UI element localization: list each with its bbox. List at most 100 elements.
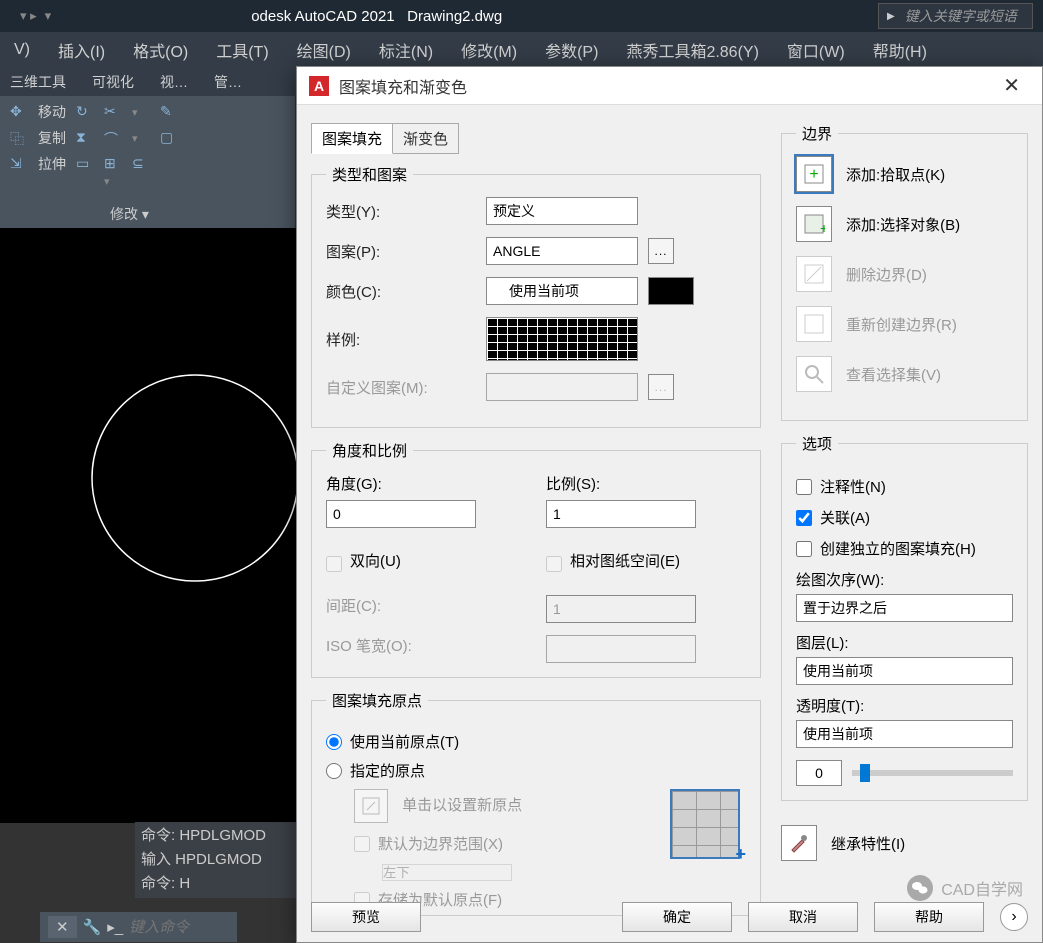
iso-label: ISO 笔宽(O): — [326, 635, 526, 656]
menu-dimension[interactable]: 标注(N) — [365, 38, 447, 62]
group-legend: 图案填充原点 — [326, 690, 428, 711]
group-legend: 类型和图案 — [326, 164, 413, 185]
double-label: 双向(U) — [350, 550, 401, 571]
expand-button[interactable]: › — [1000, 903, 1028, 931]
tool-dropdown-icon[interactable] — [132, 129, 150, 147]
ok-button[interactable]: 确定 — [622, 902, 732, 932]
group-legend: 角度和比例 — [326, 440, 413, 461]
ribbon-tab-view[interactable]: 视… — [154, 68, 194, 96]
transparency-value-input[interactable] — [796, 760, 842, 786]
scale-icon[interactable]: ▭ — [76, 155, 94, 173]
magnifier-icon — [796, 356, 832, 392]
layer-select[interactable]: 使用当前项 — [796, 657, 1013, 685]
qat-arrow-icon[interactable]: ▾ ▸ — [20, 8, 37, 24]
angle-select[interactable]: 0 — [326, 500, 476, 528]
rotate-icon[interactable]: ↻ — [76, 103, 94, 121]
pattern-browse-button[interactable]: ... — [648, 238, 674, 264]
tool-dropdown-icon[interactable] — [132, 103, 150, 121]
sample-label: 样例: — [326, 329, 476, 350]
svg-text:+: + — [820, 220, 825, 235]
menu-parametric[interactable]: 参数(P) — [531, 38, 612, 62]
group-type-pattern: 类型和图案 类型(Y): 预定义 图案(P): ANGLE ... 颜色(C):… — [311, 164, 761, 428]
pattern-select[interactable]: ANGLE — [486, 237, 638, 265]
menu-tools[interactable]: 工具(T) — [202, 38, 282, 62]
copy-button[interactable]: 复制 — [38, 128, 66, 148]
preview-button[interactable]: 预览 — [311, 902, 421, 932]
menu-insert[interactable]: 插入(I) — [44, 38, 119, 62]
add-select-button[interactable]: + 添加:选择对象(B) — [796, 206, 1013, 242]
select-icon: + — [796, 206, 832, 242]
inherit-properties-button[interactable]: 继承特性(I) — [781, 825, 1028, 861]
drawing-canvas[interactable] — [0, 228, 296, 823]
menu-format[interactable]: 格式(O) — [119, 38, 202, 62]
box-icon[interactable]: ▢ — [160, 129, 178, 147]
move-button[interactable]: 移动 — [38, 102, 66, 122]
associative-checkbox[interactable] — [796, 510, 812, 526]
double-checkbox — [326, 556, 342, 572]
menu-modify[interactable]: 修改(M) — [447, 38, 531, 62]
ribbon-tab-3dtools[interactable]: 三维工具 — [4, 68, 72, 96]
pencil-icon[interactable]: ✎ — [160, 103, 178, 121]
watermark: CAD自学网 — [907, 875, 1023, 901]
scale-label: 比例(S): — [546, 473, 746, 494]
close-button[interactable]: ✕ — [993, 69, 1030, 102]
custom-pattern-select — [486, 373, 638, 401]
scale-select[interactable]: 1 — [546, 500, 696, 528]
offset-icon[interactable]: ⊆ — [132, 155, 150, 173]
remove-boundary-button: 删除边界(D) — [796, 256, 1013, 292]
add-pickpoint-button[interactable]: + 添加:拾取点(K) — [796, 156, 1013, 192]
transparency-select[interactable]: 使用当前项 — [796, 720, 1013, 748]
cancel-button[interactable]: 取消 — [748, 902, 858, 932]
menu-draw[interactable]: 绘图(D) — [283, 38, 365, 62]
pickpoint-icon: + — [796, 156, 832, 192]
menu-window[interactable]: 窗口(W) — [773, 38, 859, 62]
autocad-icon: A — [309, 76, 329, 96]
recreate-boundary-button: 重新创建边界(R) — [796, 306, 1013, 342]
pattern-label: 图案(P): — [326, 241, 476, 262]
specified-origin-label: 指定的原点 — [350, 760, 425, 781]
color-select[interactable]: 使用当前项 — [486, 277, 638, 305]
stretch-button[interactable]: 拉伸 — [38, 154, 66, 174]
help-button[interactable]: 帮助 — [874, 902, 984, 932]
command-input[interactable] — [129, 918, 229, 936]
group-legend: 边界 — [796, 123, 838, 144]
menu-view[interactable]: V) — [0, 41, 44, 59]
specified-origin-radio[interactable] — [326, 763, 342, 779]
wrench-icon[interactable]: 🔧 — [83, 918, 102, 936]
trim-icon[interactable]: ✂ — [104, 103, 122, 121]
origin-preview — [670, 789, 740, 859]
search-input[interactable]: 键入关键字或短语 — [878, 3, 1033, 29]
custom-browse-button: ... — [648, 374, 674, 400]
ribbon-panel-title[interactable]: 修改 ▾ — [110, 204, 149, 224]
tab-hatch[interactable]: 图案填充 — [311, 123, 393, 154]
qat-dropdown-icon[interactable]: ▾ — [45, 8, 52, 24]
group-options: 选项 注释性(N) 关联(A) 创建独立的图案填充(H) 绘图次序(W): 置于… — [781, 433, 1028, 801]
tab-gradient[interactable]: 渐变色 — [392, 123, 459, 154]
annotative-checkbox[interactable] — [796, 479, 812, 495]
move-icon[interactable]: ✥ — [10, 103, 28, 121]
use-current-origin-radio[interactable] — [326, 734, 342, 750]
ribbon-tab-visualize[interactable]: 可视化 — [86, 68, 140, 96]
menu-yanxiu[interactable]: 燕秀工具箱2.86(Y) — [612, 38, 772, 62]
ribbon-tab-manage[interactable]: 管… — [208, 68, 248, 96]
copy-icon[interactable]: ⿻ — [10, 129, 28, 147]
sample-swatch[interactable] — [486, 317, 638, 361]
angle-label: 角度(G): — [326, 473, 526, 494]
type-select[interactable]: 预定义 — [486, 197, 638, 225]
stretch-icon[interactable]: ⇲ — [10, 155, 28, 173]
mirror-icon[interactable]: ⧗ — [76, 129, 94, 147]
associative-label: 关联(A) — [820, 507, 870, 528]
array-icon[interactable]: ⊞ — [104, 155, 122, 173]
draw-order-label: 绘图次序(W): — [796, 569, 1013, 590]
color-swatch-select[interactable] — [648, 277, 694, 305]
menu-help[interactable]: 帮助(H) — [859, 38, 941, 62]
command-input-row: ✕ 🔧 ▸_ — [40, 912, 237, 942]
fillet-icon[interactable]: ⌒ — [104, 129, 122, 147]
hatch-dialog: A 图案填充和渐变色 ✕ 图案填充 渐变色 类型和图案 类型(Y): 预定义 图… — [296, 66, 1043, 943]
draw-order-select[interactable]: 置于边界之后 — [796, 594, 1013, 622]
close-cmdline-icon[interactable]: ✕ — [48, 916, 77, 938]
quick-access-toolbar: ▾ ▸ ▾ — [20, 8, 51, 24]
recreate-icon — [796, 306, 832, 342]
separate-checkbox[interactable] — [796, 541, 812, 557]
transparency-slider[interactable] — [852, 770, 1013, 776]
